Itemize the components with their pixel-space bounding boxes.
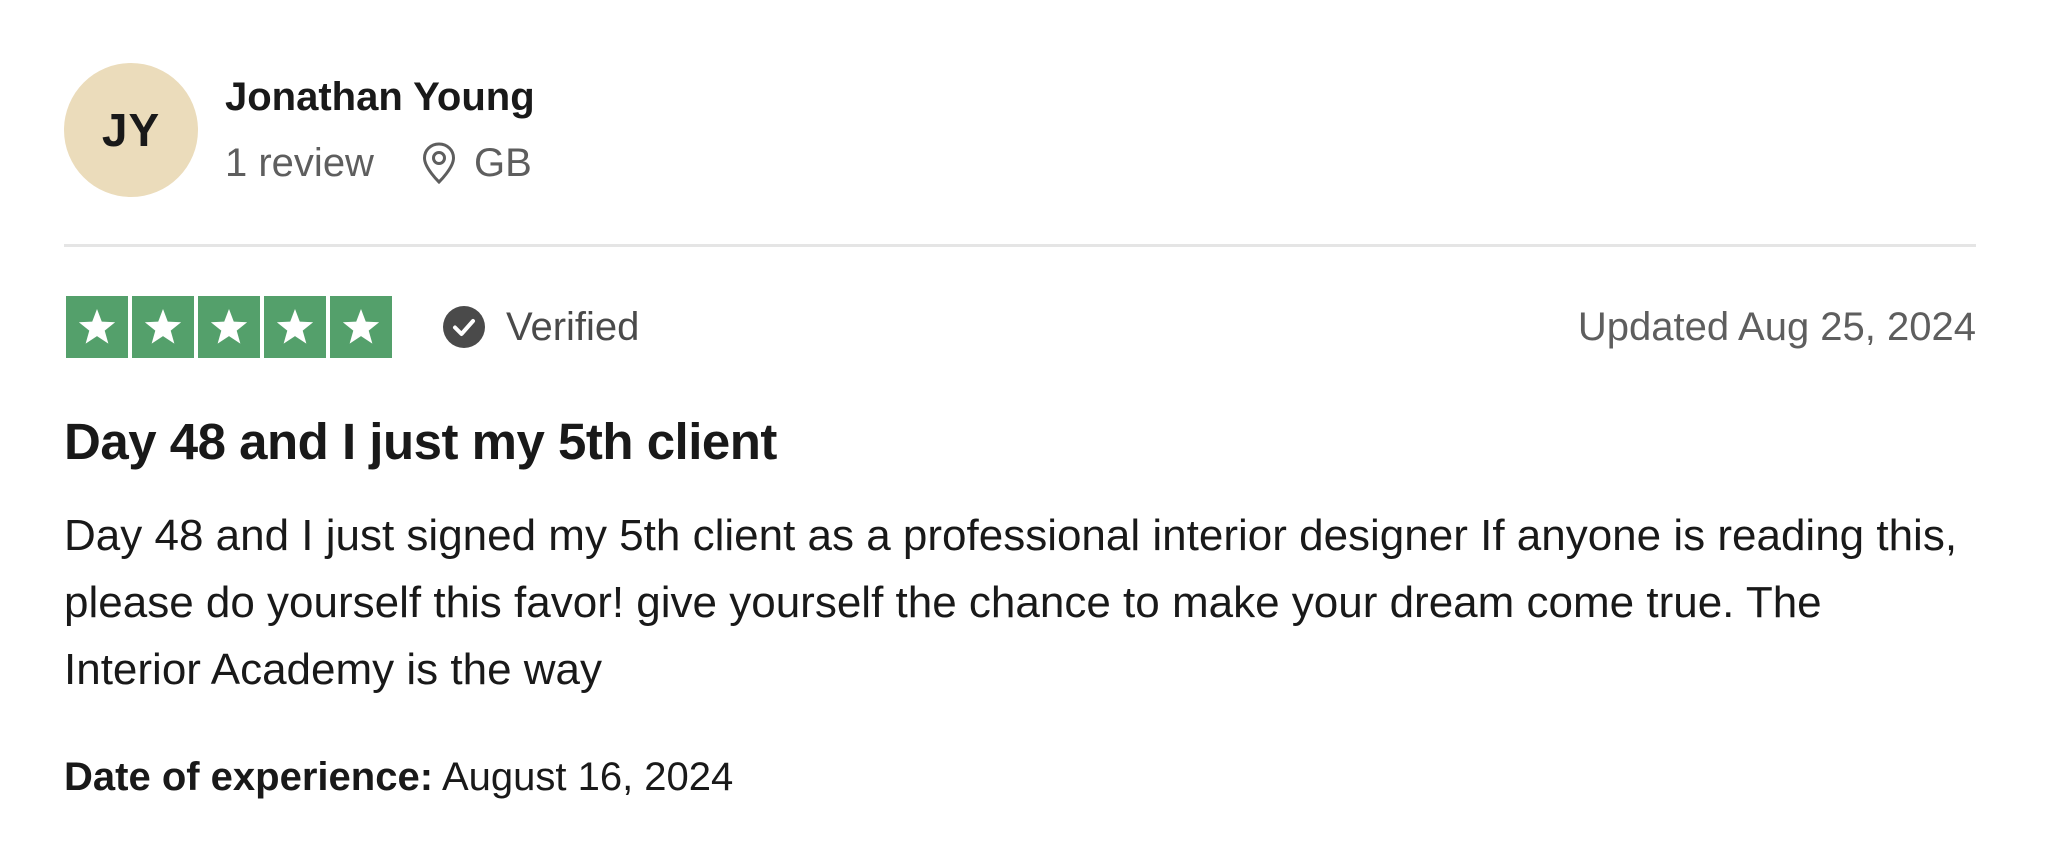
reviewer-info: Jonathan Young 1 review GB (225, 73, 535, 187)
date-of-experience: Date of experience: August 16, 2024 (64, 752, 733, 802)
star-icon (132, 296, 194, 358)
country-code: GB (473, 140, 532, 185)
experience-label: Date of experience: (64, 755, 434, 799)
check-circle-icon (442, 305, 486, 349)
star-rating (66, 296, 392, 358)
divider (64, 244, 1976, 247)
reviewer-location: GB (422, 139, 532, 187)
verified-badge[interactable]: Verified (442, 305, 639, 350)
avatar[interactable]: JY (64, 62, 198, 197)
review-count: 1 review (225, 140, 374, 185)
star-icon (198, 296, 260, 358)
experience-date: August 16, 2024 (441, 755, 734, 799)
verified-label: Verified (506, 304, 640, 349)
updated-date: Updated Aug 25, 2024 (1577, 304, 1976, 349)
star-icon (264, 296, 326, 358)
review-card: JY Jonathan Young 1 review GB Verified U… (64, 0, 1976, 845)
avatar-initials: JY (101, 103, 161, 156)
reviewer-meta: 1 review GB (225, 139, 535, 187)
reviewer-header: JY Jonathan Young 1 review GB (64, 62, 535, 197)
star-icon (66, 296, 128, 358)
reviewer-name[interactable]: Jonathan Young (225, 73, 535, 121)
location-pin-icon (422, 141, 456, 184)
rating-row: Verified Updated Aug 25, 2024 (66, 296, 1976, 358)
star-icon (330, 296, 392, 358)
review-title[interactable]: Day 48 and I just my 5th client (64, 410, 777, 474)
review-body: Day 48 and I just signed my 5th client a… (64, 511, 1958, 694)
